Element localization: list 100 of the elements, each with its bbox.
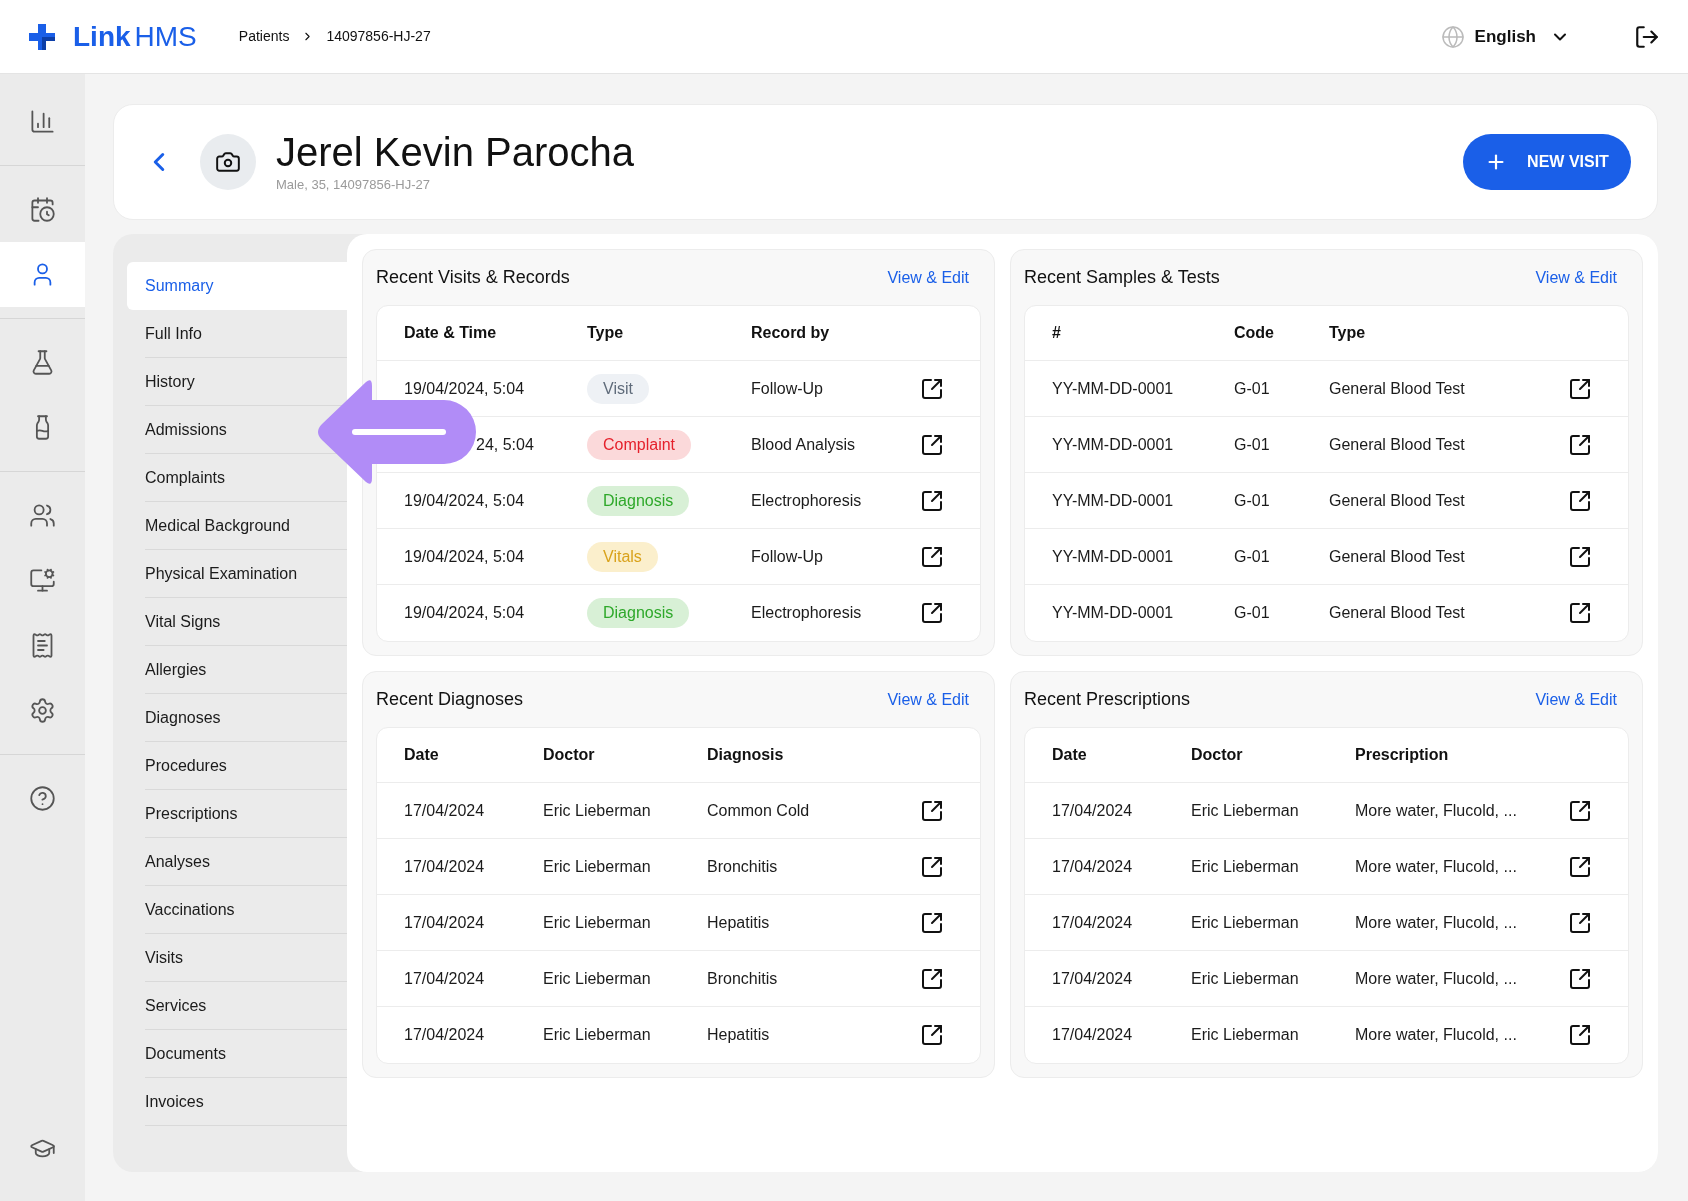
breadcrumb-link[interactable]: 14097856-HJ-27 [326,26,431,47]
edit-button[interactable] [920,1023,944,1047]
section-tab[interactable]: History [145,369,195,394]
external-link-icon [920,544,944,569]
edit-button[interactable] [1568,966,1592,991]
section-tab[interactable]: Allergies [145,657,207,682]
section-tab[interactable]: Admissions [145,417,227,442]
table-cell: 17/04/2024 [404,1026,485,1043]
table-cell: Blood Analysis [751,435,856,453]
view-edit-link[interactable]: View & Edit [1535,265,1617,290]
type-tag: Vitals [587,541,658,572]
column-header: Prescription [1355,745,1450,765]
view-edit-link[interactable]: View & Edit [887,265,969,290]
edit-button[interactable] [920,432,944,457]
table-cell: YY-MM-DD-0001 [1052,435,1174,453]
section-tab[interactable]: Diagnoses [145,705,221,730]
edit-button[interactable] [920,854,944,879]
panel-title: Recent Samples & Tests [1024,266,1220,289]
avatar-upload-button[interactable] [200,134,256,190]
table-cell: 19/04/2024, 5:04 [404,604,525,621]
logout-button[interactable] [1634,23,1660,50]
section-tab[interactable]: Invoices [145,1089,204,1114]
table-cell: Electrophoresis [751,604,862,621]
column-header: Doctor [1191,745,1244,765]
table-cell: Hepatitis [707,913,770,931]
edit-button[interactable] [920,376,944,401]
panel-title: Recent Prescriptions [1024,688,1191,711]
external-link-icon [920,966,944,991]
table-cell: Eric Lieberman [543,913,651,931]
edit-button[interactable] [1568,1023,1592,1047]
type-tag: Diagnosis [587,485,690,516]
edit-button[interactable] [1568,432,1592,457]
edit-button[interactable] [1568,488,1592,513]
table-cell: General Blood Test [1329,491,1465,509]
table-cell: YY-MM-DD-0001 [1052,604,1174,621]
edit-button[interactable] [920,488,944,513]
external-link-icon [920,1023,944,1047]
table-cell: 17/04/2024 [1052,1026,1133,1043]
section-tab[interactable]: Services [145,993,207,1018]
settings-icon [29,697,56,724]
section-tab[interactable]: Full Info [145,321,202,346]
table-cell: YY-MM-DD-0001 [1052,491,1174,509]
patient-name: Jerel Kevin Parocha [276,129,634,176]
edit-button[interactable] [1568,910,1592,935]
section-tab[interactable]: Physical Examination [145,561,298,586]
column-header: Date & Time [404,323,498,343]
chart-icon [29,108,56,135]
logo-icon [27,21,57,52]
logo-text: LinkHMS [73,19,197,54]
section-tab[interactable]: Visits [145,945,183,970]
edit-button[interactable] [1568,544,1592,569]
table-cell: More water, Flucold, ... [1355,1026,1517,1043]
table-cell: More water, Flucold, ... [1355,857,1517,875]
external-link-icon [1568,432,1592,457]
section-tab[interactable]: Vaccinations [145,897,235,922]
section-tab[interactable]: Complaints [145,465,226,490]
edit-button[interactable] [920,798,944,823]
help-icon [29,785,56,812]
section-tab[interactable]: Prescriptions [145,801,238,826]
view-edit-link[interactable]: View & Edit [887,687,969,712]
section-tab[interactable]: Analyses [145,849,210,874]
external-link-icon [1568,966,1592,991]
type-tag: Diagnosis [587,598,690,628]
external-link-icon [1568,1023,1592,1047]
section-tab[interactable]: Medical Background [145,513,290,538]
edit-button[interactable] [1568,798,1592,823]
table-cell: More water, Flucold, ... [1355,801,1517,819]
external-link-icon [920,432,944,457]
view-edit-link[interactable]: View & Edit [1535,687,1617,712]
edit-button[interactable] [920,910,944,935]
table-cell: Bronchitis [707,857,778,875]
table-cell: G-01 [1234,604,1270,621]
language-selector[interactable]: English [1440,23,1570,50]
new-visit-button[interactable]: NEW VISIT [1463,134,1631,190]
column-header: Date [404,745,440,765]
table-cell: Eric Lieberman [1191,969,1299,987]
external-link-icon [920,376,944,401]
external-link-icon [1568,910,1592,935]
section-tab[interactable]: Documents [145,1041,226,1066]
external-link-icon [920,601,944,625]
column-header: # [1052,323,1062,343]
external-link-icon [1568,376,1592,401]
edit-button[interactable] [1568,601,1592,625]
edit-button[interactable] [920,966,944,991]
table-cell: 17/04/2024 [404,913,485,931]
edit-button[interactable] [920,601,944,625]
section-tab[interactable]: Summary [145,274,214,298]
table-cell: Eric Lieberman [1191,801,1299,819]
edit-button[interactable] [1568,376,1592,401]
breadcrumb-link[interactable]: Patients [238,26,290,47]
edit-button[interactable] [1568,854,1592,879]
edit-button[interactable] [920,544,944,569]
table-cell: 17/04/2024 [1052,801,1133,819]
section-tab[interactable]: Vital Signs [145,609,221,634]
table-cell: Eric Lieberman [543,1026,651,1043]
table-cell: G-01 [1234,547,1270,565]
column-header: Date [1052,745,1088,765]
table-cell: 17/04/2024 [1052,913,1133,931]
section-tab[interactable]: Procedures [145,753,227,778]
calendar-clock-icon [29,196,56,223]
